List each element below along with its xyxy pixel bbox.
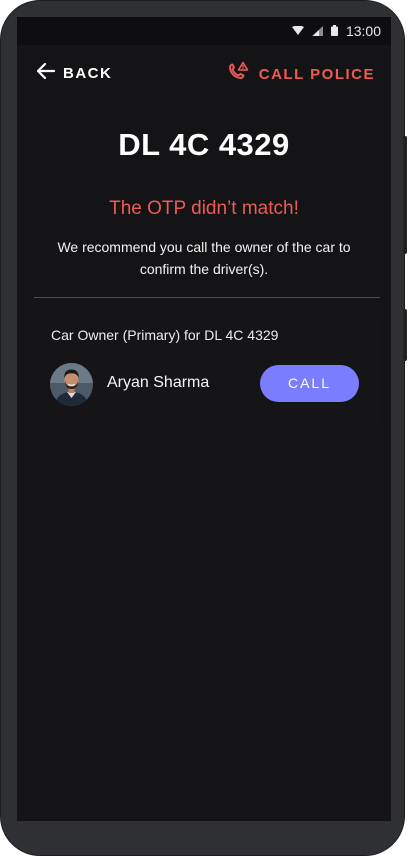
vehicle-plate: DL 4C 4329 [118,127,290,162]
owner-name: Aryan Sharma [107,374,210,391]
app-screen: 13:00 BACK CALL POLICE DL 4C 4329 The OT… [17,17,391,821]
phone-alert-icon [227,61,249,87]
call-owner-button[interactable]: CALL [260,365,359,402]
signal-icon [311,23,323,39]
status-bar: 13:00 [17,17,391,45]
status-icons: 13:00 [291,23,381,39]
divider [34,297,380,298]
arrow-left-icon [36,62,56,83]
back-label: BACK [63,64,113,82]
otp-error-title: The OTP didn’t match! [109,198,299,219]
recommendation-text: We recommend you call the owner of the c… [57,239,351,277]
phone-frame: 13:00 BACK CALL POLICE DL 4C 4329 The OT… [0,0,407,856]
top-navigation: BACK CALL POLICE [17,45,391,101]
status-time: 13:00 [345,23,381,39]
call-police-label: CALL POLICE [258,65,375,83]
battery-icon [330,23,338,39]
avatar [50,363,93,406]
wifi-icon [291,23,304,39]
power-button [403,309,407,361]
owner-label: Car Owner (Primary) for DL 4C 4329 [51,327,279,343]
call-police-button[interactable]: CALL POLICE [227,61,375,87]
volume-button [403,136,407,254]
owner-card: Car Owner (Primary) for DL 4C 4329 Aryan… [34,313,380,425]
back-button[interactable]: BACK [36,62,113,83]
